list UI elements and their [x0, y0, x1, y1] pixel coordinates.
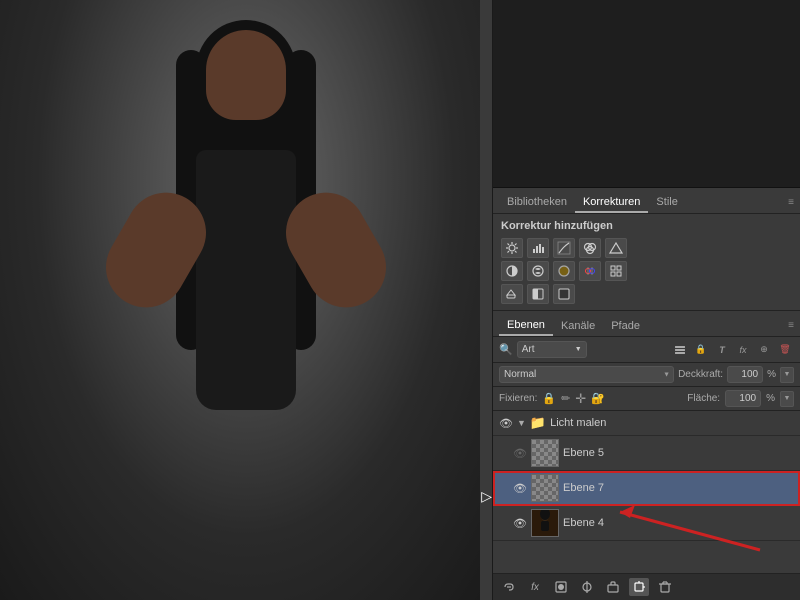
korrektur-icon-grid: [501, 238, 792, 304]
tab-korrekturen[interactable]: Korrekturen: [575, 193, 648, 213]
group-visibility-toggle[interactable]: 👁: [499, 416, 513, 430]
layers-list: 👁 ▼ 📁 Licht malen 👁 Ebene 5 👁 Ebene 7 👁: [493, 411, 800, 573]
layer-ebene5-thumb: [531, 439, 559, 467]
filter-dropdown-arrow: ▼: [575, 346, 582, 353]
group-folder-icon: 📁: [530, 415, 546, 431]
blend-mode-row: Normal Deckkraft: % ▼: [493, 363, 800, 387]
tab-kanaele[interactable]: Kanäle: [553, 317, 603, 335]
layer-ebene7-visibility[interactable]: 👁: [513, 481, 527, 495]
channel-mixer-icon-btn[interactable]: [579, 261, 601, 281]
histogram-icon-btn[interactable]: [527, 238, 549, 258]
blend-mode-select-wrap: Normal: [499, 366, 674, 383]
color-balance-icon-btn[interactable]: [579, 238, 601, 258]
fix-icon-lock[interactable]: 🔒: [542, 392, 556, 405]
tab-bibliotheken[interactable]: Bibliotheken: [499, 193, 575, 213]
toolbar-mask-button[interactable]: [551, 578, 571, 596]
layer-ebene4[interactable]: 👁 Ebene 4: [493, 506, 800, 541]
group-name: Licht malen: [550, 417, 794, 429]
canvas-scrollbar[interactable]: [480, 0, 492, 600]
panel-collapse-button[interactable]: ≡: [788, 197, 794, 208]
layer-ebene5-visibility[interactable]: 👁: [513, 446, 527, 460]
bc-icon-btn[interactable]: [501, 261, 523, 281]
fixieren-label: Fixieren:: [499, 393, 537, 404]
right-panel: Bibliotheken Korrekturen Stile ≡ Korrekt…: [492, 0, 800, 600]
body-shape: [196, 150, 296, 410]
solid-color-icon-btn[interactable]: [553, 284, 575, 304]
canvas-area: [0, 0, 492, 600]
fixieren-row: Fixieren: 🔒 ✏ ✛ 🔐 Fläche: % ▼: [493, 387, 800, 411]
search-icon: 🔍: [499, 343, 513, 356]
layer-ebene4-visibility[interactable]: 👁: [513, 516, 527, 530]
layers-toolbar: fx: [493, 573, 800, 600]
flaeche-unit: %: [766, 393, 775, 404]
opacity-label: Deckkraft:: [678, 369, 723, 380]
ebenen-tabs-row: Ebenen Kanäle Pfade ≡: [493, 311, 800, 337]
filter-icon-fx[interactable]: fx: [734, 342, 752, 358]
flaeche-input[interactable]: [725, 390, 761, 407]
layer-ebene7-name: Ebene 7: [563, 482, 794, 494]
toolbar-new-layer-button[interactable]: [629, 578, 649, 596]
flaeche-label: Fläche:: [687, 393, 720, 404]
brightness-icon-btn[interactable]: [501, 238, 523, 258]
draw-icon-btn[interactable]: [501, 284, 523, 304]
tab-pfade[interactable]: Pfade: [603, 317, 648, 335]
head-shape: [206, 30, 286, 120]
filter-icon-add[interactable]: ⊕: [755, 342, 773, 358]
photo-background: [0, 0, 492, 600]
photo-filter-icon-btn[interactable]: [553, 261, 575, 281]
icon-row-1: [501, 238, 792, 258]
tab-stile[interactable]: Stile: [648, 193, 685, 213]
layer-ebene5-name: Ebene 5: [563, 447, 794, 459]
icon-row-3: [501, 284, 792, 304]
toolbar-group-button[interactable]: [603, 578, 623, 596]
filter-icon-type[interactable]: T: [713, 342, 731, 358]
fix-icon-move[interactable]: ✛: [575, 391, 586, 407]
layer-group-licht-malen[interactable]: 👁 ▼ 📁 Licht malen: [493, 411, 800, 436]
panel-tabs-row: Bibliotheken Korrekturen Stile ≡: [493, 188, 800, 214]
grid-icon-btn[interactable]: [605, 261, 627, 281]
ebenen-panel-collapse[interactable]: ≡: [788, 320, 794, 331]
fix-icon-key[interactable]: 🔐: [591, 392, 605, 405]
korrektur-section: Korrektur hinzufügen: [493, 214, 800, 311]
toolbar-adjustment-button[interactable]: [577, 578, 597, 596]
gradient-icon-btn[interactable]: [605, 238, 627, 258]
layer-ebene5[interactable]: 👁 Ebene 5: [493, 436, 800, 471]
blend-mode-select[interactable]: Normal: [499, 366, 674, 383]
toolbar-delete-button[interactable]: [655, 578, 675, 596]
layer-ebene4-name: Ebene 4: [563, 517, 794, 529]
filter-bar: 🔍 Art ▼ 🔒 T fx ⊕ 🗑: [493, 337, 800, 363]
opacity-arrow-btn[interactable]: ▼: [780, 367, 794, 383]
bw-icon-btn[interactable]: [527, 284, 549, 304]
filter-icon-layers[interactable]: [671, 342, 689, 358]
filter-icon-lock[interactable]: 🔒: [692, 342, 710, 358]
filter-icon-delete[interactable]: 🗑: [776, 342, 794, 358]
filter-type-label: Art: [522, 344, 535, 355]
group-expand-icon[interactable]: ▼: [517, 418, 526, 428]
layer-ebene7[interactable]: 👁 Ebene 7: [493, 471, 800, 506]
curves-icon-btn[interactable]: [553, 238, 575, 258]
fix-icon-pencil[interactable]: ✏: [561, 392, 570, 405]
toolbar-link-button[interactable]: [499, 578, 519, 596]
hue-sat-icon-btn[interactable]: [527, 261, 549, 281]
korrektur-title: Korrektur hinzufügen: [501, 220, 792, 232]
top-preview-area: [493, 0, 800, 188]
tab-ebenen[interactable]: Ebenen: [499, 316, 553, 336]
filter-type-select[interactable]: Art ▼: [517, 341, 587, 358]
icon-row-2: [501, 261, 792, 281]
flaeche-arrow-btn[interactable]: ▼: [780, 391, 794, 407]
toolbar-fx-button[interactable]: fx: [525, 578, 545, 596]
opacity-input[interactable]: [727, 366, 763, 383]
layer-ebene4-thumb: [531, 509, 559, 537]
filter-icons-group: 🔒 T fx ⊕ 🗑: [671, 342, 794, 358]
subject-photo: [86, 20, 406, 580]
layer-ebene7-thumb: [531, 474, 559, 502]
opacity-unit: %: [767, 369, 776, 380]
